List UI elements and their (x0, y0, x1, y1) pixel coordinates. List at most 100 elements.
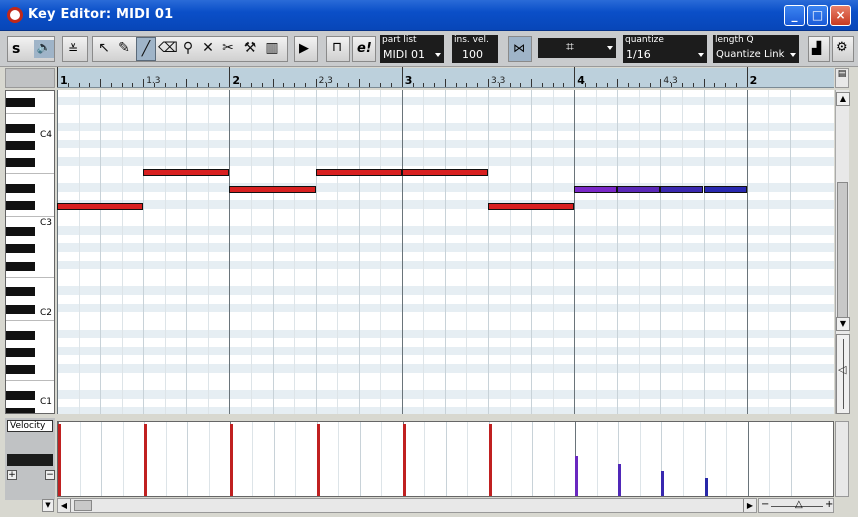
close-button[interactable]: × (830, 5, 851, 26)
zoom-in-icon[interactable]: + (825, 499, 833, 510)
mute-icon[interactable]: ✕ (198, 37, 218, 61)
colors-button[interactable]: ▟ (808, 36, 830, 62)
zoom-handle-icon[interactable]: ◁ (838, 363, 846, 376)
black-key[interactable] (6, 201, 35, 211)
midi-note[interactable] (703, 186, 747, 194)
controller-select[interactable]: Velocity (7, 420, 53, 432)
scroll-right-icon[interactable]: ▶ (743, 499, 756, 512)
midi-note[interactable] (143, 168, 230, 176)
ruler-menu-icon[interactable]: ▤ (835, 68, 849, 88)
scroll-left-icon[interactable]: ◀ (58, 499, 71, 512)
line-icon[interactable]: ╱ (136, 37, 156, 61)
info-line-button[interactable]: ≚ (62, 36, 88, 62)
ruler-label: 2.3 (318, 76, 333, 86)
zoom-out-icon[interactable]: − (761, 499, 769, 510)
grid-line (294, 90, 296, 414)
scroll-thumb[interactable] (837, 182, 848, 322)
scissors-icon[interactable]: ✂ (218, 37, 238, 61)
black-key[interactable] (6, 365, 35, 375)
settings-button[interactable]: ⚙ (832, 36, 854, 62)
scroll-up-icon[interactable]: ▲ (836, 92, 850, 106)
velocity-bar[interactable] (402, 424, 406, 496)
velocity-bar[interactable] (230, 424, 234, 496)
maximize-button[interactable]: □ (807, 5, 828, 26)
pencil-icon[interactable]: ✎ (114, 37, 134, 61)
ins-vel-box[interactable]: ins. vel. 100 (452, 35, 498, 63)
horizontal-zoom-slider[interactable]: − △ + (758, 498, 834, 513)
draw-icon[interactable]: ▥ (262, 37, 282, 61)
black-key[interactable] (6, 391, 35, 401)
ruler-tick (89, 83, 91, 87)
black-key[interactable] (6, 304, 35, 314)
velocity-bar[interactable] (58, 424, 61, 496)
velocity-lane[interactable] (57, 421, 834, 497)
snap-button[interactable]: ⊓ (326, 36, 350, 62)
velocity-bar[interactable] (489, 424, 492, 496)
midi-note[interactable] (574, 186, 618, 194)
midi-note[interactable] (617, 186, 661, 194)
arrow-icon[interactable]: ↖ (94, 37, 114, 61)
ruler-tick (143, 79, 145, 87)
black-key[interactable] (6, 330, 35, 340)
glue-icon[interactable]: ⚒ (240, 37, 260, 61)
velocity-grid-line (553, 422, 555, 496)
grid-line (164, 90, 166, 414)
title-bar: Key Editor: MIDI 01 _ □ × (0, 0, 858, 31)
midi-note[interactable] (660, 186, 704, 194)
black-key[interactable] (6, 97, 35, 107)
black-key[interactable] (6, 244, 35, 254)
midi-note[interactable] (315, 168, 402, 176)
black-key[interactable] (6, 183, 35, 193)
length-q-box[interactable]: length Q Quantize Link (713, 35, 799, 63)
black-key[interactable] (6, 287, 35, 297)
speaker-icon[interactable]: 🔈 (34, 40, 54, 58)
step-input-button[interactable]: ⋈ (508, 36, 532, 62)
black-key[interactable] (6, 123, 35, 133)
hzoom-handle-icon[interactable]: △ (795, 499, 803, 510)
piano-keyboard[interactable]: C4 C3 C2 C1 (5, 90, 55, 414)
velocity-bar[interactable] (144, 424, 148, 496)
velocity-grid-line (79, 422, 81, 496)
midi-note[interactable] (488, 203, 575, 211)
remove-lane-button[interactable]: − (45, 470, 55, 480)
quantize-box[interactable]: quantize 1/16 (623, 35, 707, 63)
grid-type-select[interactable]: ⌗ (538, 38, 616, 58)
velocity-bar[interactable] (661, 470, 665, 496)
midi-note[interactable] (57, 203, 144, 211)
autoscroll-button[interactable]: ▶ (294, 36, 318, 62)
ruler-tick (746, 67, 748, 87)
vertical-scrollbar[interactable]: ▲ ▼ ◁ (835, 90, 850, 414)
ruler-tick (110, 83, 112, 87)
black-key[interactable] (6, 140, 35, 150)
eraser-icon[interactable]: ⌫ (158, 37, 178, 61)
midi-note[interactable] (229, 186, 316, 194)
horizontal-scrollbar[interactable]: ◀ ▶ (57, 498, 757, 513)
velocity-bar[interactable] (704, 478, 708, 496)
black-key[interactable] (6, 227, 35, 237)
e-button[interactable]: e! (352, 36, 376, 62)
ruler-tick (132, 83, 134, 87)
white-key-divider (6, 172, 54, 174)
vertical-zoom-slider[interactable]: ◁ (836, 334, 850, 414)
black-key[interactable] (6, 347, 35, 357)
lane-menu-icon[interactable]: ▼ (42, 499, 54, 512)
zoom-icon[interactable]: ⚲ (178, 37, 198, 61)
add-lane-button[interactable]: + (7, 470, 17, 480)
note-grid[interactable] (57, 90, 834, 414)
velocity-bar[interactable] (316, 424, 320, 496)
black-key[interactable] (6, 158, 35, 168)
part-list-box[interactable]: part list MIDI 01 (380, 35, 444, 63)
velocity-bar[interactable] (618, 463, 622, 496)
velocity-grid-line (251, 422, 253, 496)
black-key[interactable] (6, 408, 35, 413)
ruler[interactable]: 1 1.3 2 2.3 3 3.3 4 4.3 2 (57, 67, 834, 88)
ruler-tick (347, 83, 349, 87)
black-key[interactable] (6, 261, 35, 271)
grid-line (595, 90, 597, 414)
velocity-bar[interactable] (575, 456, 579, 496)
hscroll-thumb[interactable] (74, 500, 92, 511)
solo-button[interactable]: s (12, 41, 20, 57)
minimize-button[interactable]: _ (784, 5, 805, 26)
scroll-down-icon[interactable]: ▼ (836, 317, 850, 331)
midi-note[interactable] (401, 168, 488, 176)
